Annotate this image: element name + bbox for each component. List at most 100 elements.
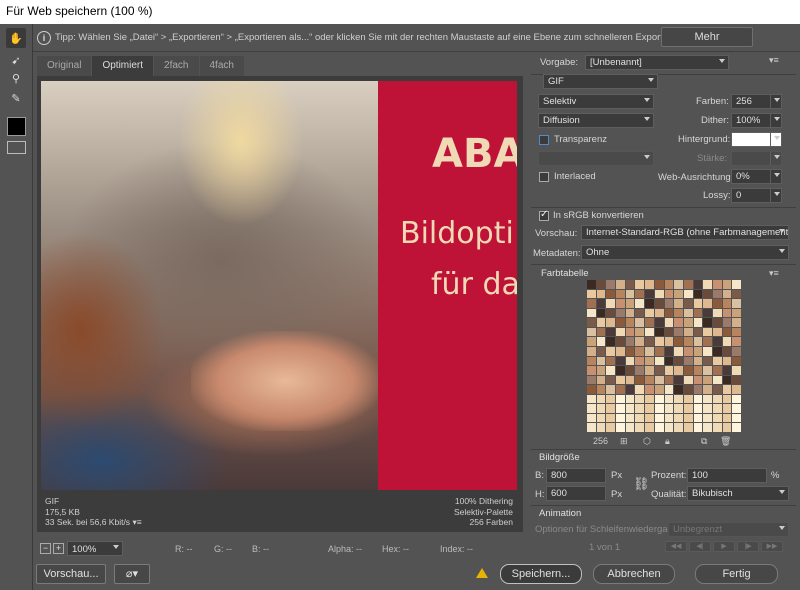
color-swatch[interactable] [732, 375, 741, 385]
color-swatch[interactable] [625, 385, 635, 394]
color-swatch[interactable] [664, 346, 674, 356]
color-swatch[interactable] [683, 318, 693, 327]
color-swatch[interactable] [712, 289, 722, 299]
color-swatch[interactable] [683, 280, 693, 289]
browser-select[interactable]: ⌀▾ [114, 564, 150, 584]
preview-profile-select[interactable]: Internet-Standard-RGB (ohne Farbmanageme… [581, 225, 789, 240]
color-swatch[interactable] [674, 337, 683, 346]
color-swatch[interactable] [596, 404, 606, 413]
color-swatch[interactable] [654, 413, 664, 423]
color-swatch[interactable] [625, 346, 635, 356]
color-swatch[interactable] [664, 299, 674, 308]
color-swatch[interactable] [587, 375, 596, 385]
color-swatch[interactable] [635, 308, 645, 318]
color-swatch[interactable] [645, 289, 654, 299]
color-swatch[interactable] [654, 289, 664, 299]
color-swatch[interactable] [712, 318, 722, 327]
color-swatch[interactable] [587, 337, 596, 346]
eyedropper-color-swatch[interactable] [7, 117, 26, 136]
color-swatch[interactable] [645, 280, 654, 289]
color-swatch[interactable] [606, 318, 616, 327]
color-swatch[interactable] [625, 308, 635, 318]
color-swatch[interactable] [683, 327, 693, 337]
color-swatch[interactable] [674, 423, 683, 432]
tab-optimized[interactable]: Optimiert [92, 56, 154, 76]
width-input[interactable]: 800 [546, 468, 606, 483]
color-swatch[interactable] [693, 413, 703, 423]
color-swatch[interactable] [674, 385, 683, 394]
color-swatch[interactable] [625, 337, 635, 346]
websnap-select[interactable]: 0% [731, 169, 782, 184]
color-swatch[interactable] [732, 385, 741, 394]
color-swatch[interactable] [587, 366, 596, 375]
color-swatch[interactable] [616, 346, 625, 356]
color-swatch[interactable] [606, 327, 616, 337]
color-swatch[interactable] [596, 289, 606, 299]
more-button[interactable]: Mehr [661, 27, 753, 47]
color-swatch[interactable] [732, 289, 741, 299]
colors-select[interactable]: 256 [731, 94, 782, 109]
color-swatch[interactable] [693, 289, 703, 299]
color-swatch[interactable] [587, 385, 596, 394]
zoom-in-button[interactable]: + [53, 543, 64, 554]
color-swatch[interactable] [712, 280, 722, 289]
panel-menu-icon[interactable]: ▾≡ [769, 55, 779, 66]
color-swatch[interactable] [616, 280, 625, 289]
info-download-time[interactable]: 33 Sek. bei 56,6 Kbit/s ▾≡ [45, 517, 142, 528]
color-swatch[interactable] [625, 404, 635, 413]
color-swatch[interactable] [732, 327, 741, 337]
color-swatch[interactable] [616, 337, 625, 346]
color-swatch[interactable] [635, 327, 645, 337]
color-swatch[interactable] [606, 404, 616, 413]
color-swatch[interactable] [712, 404, 722, 413]
color-swatch[interactable] [703, 394, 712, 404]
color-swatch[interactable] [596, 318, 606, 327]
color-swatch[interactable] [674, 289, 683, 299]
color-swatch[interactable] [616, 404, 625, 413]
preview-image[interactable]: ABA Bildopti für da [41, 81, 517, 490]
color-swatch[interactable] [674, 327, 683, 337]
color-swatch[interactable] [664, 375, 674, 385]
color-swatch[interactable] [722, 356, 732, 366]
color-swatch[interactable] [625, 413, 635, 423]
color-swatch[interactable] [606, 385, 616, 394]
color-swatch[interactable] [703, 404, 712, 413]
color-swatch[interactable] [693, 375, 703, 385]
color-swatch[interactable] [664, 280, 674, 289]
color-swatch[interactable] [596, 413, 606, 423]
color-swatch[interactable] [625, 394, 635, 404]
color-swatch[interactable] [722, 413, 732, 423]
color-swatch[interactable] [616, 356, 625, 366]
color-swatch[interactable] [683, 346, 693, 356]
color-swatch[interactable] [703, 366, 712, 375]
color-swatch[interactable] [645, 423, 654, 432]
color-swatch[interactable] [732, 299, 741, 308]
color-swatch[interactable] [606, 280, 616, 289]
color-swatch[interactable] [587, 280, 596, 289]
color-swatch[interactable] [616, 375, 625, 385]
color-swatch[interactable] [693, 318, 703, 327]
color-swatch[interactable] [654, 337, 664, 346]
color-swatch[interactable] [625, 356, 635, 366]
color-swatch[interactable] [596, 423, 606, 432]
color-swatch[interactable] [606, 366, 616, 375]
color-swatch[interactable] [587, 318, 596, 327]
color-swatch[interactable] [722, 423, 732, 432]
color-swatch[interactable] [732, 356, 741, 366]
color-swatch[interactable] [596, 366, 606, 375]
color-swatch[interactable] [616, 308, 625, 318]
color-swatch[interactable] [654, 356, 664, 366]
color-swatch[interactable] [712, 337, 722, 346]
color-swatch[interactable] [654, 385, 664, 394]
zoom-icon[interactable]: ⚲ [6, 68, 26, 88]
color-swatch[interactable] [635, 280, 645, 289]
color-swatch[interactable] [703, 280, 712, 289]
color-swatch[interactable] [635, 423, 645, 432]
dither-algorithm-select[interactable]: Diffusion [538, 113, 654, 128]
color-swatch[interactable] [616, 423, 625, 432]
color-swatch[interactable] [693, 337, 703, 346]
color-swatch[interactable] [664, 356, 674, 366]
color-swatch[interactable] [635, 366, 645, 375]
color-swatch[interactable] [587, 423, 596, 432]
color-swatch[interactable] [625, 289, 635, 299]
